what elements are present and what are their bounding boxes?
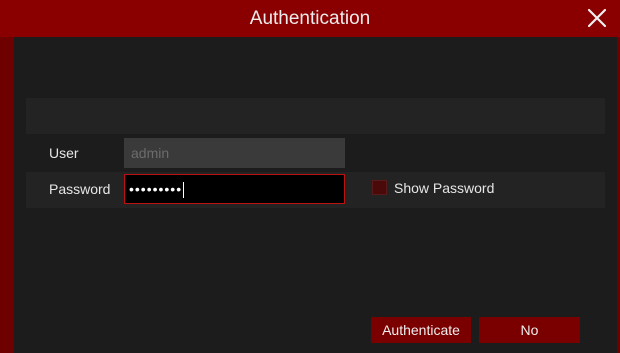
dialog-body: User admin Password ••••••••• Show Passw… <box>14 37 617 353</box>
user-label: User <box>49 145 79 161</box>
user-field[interactable]: admin <box>124 138 345 168</box>
title-bar: Authentication <box>0 0 620 37</box>
password-field[interactable]: ••••••••• <box>124 174 345 204</box>
no-button[interactable]: No <box>479 317 580 343</box>
text-caret <box>183 182 185 199</box>
show-password-label[interactable]: Show Password <box>394 180 494 196</box>
auth-dialog: Authentication User admin Password •••••… <box>0 0 620 353</box>
password-label: Password <box>49 181 111 197</box>
show-password-checkbox[interactable] <box>372 180 387 195</box>
close-icon[interactable] <box>584 5 610 31</box>
section-band <box>26 98 605 134</box>
password-value: ••••••••• <box>129 181 183 197</box>
dialog-title: Authentication <box>249 8 371 29</box>
authenticate-button[interactable]: Authenticate <box>371 317 471 343</box>
